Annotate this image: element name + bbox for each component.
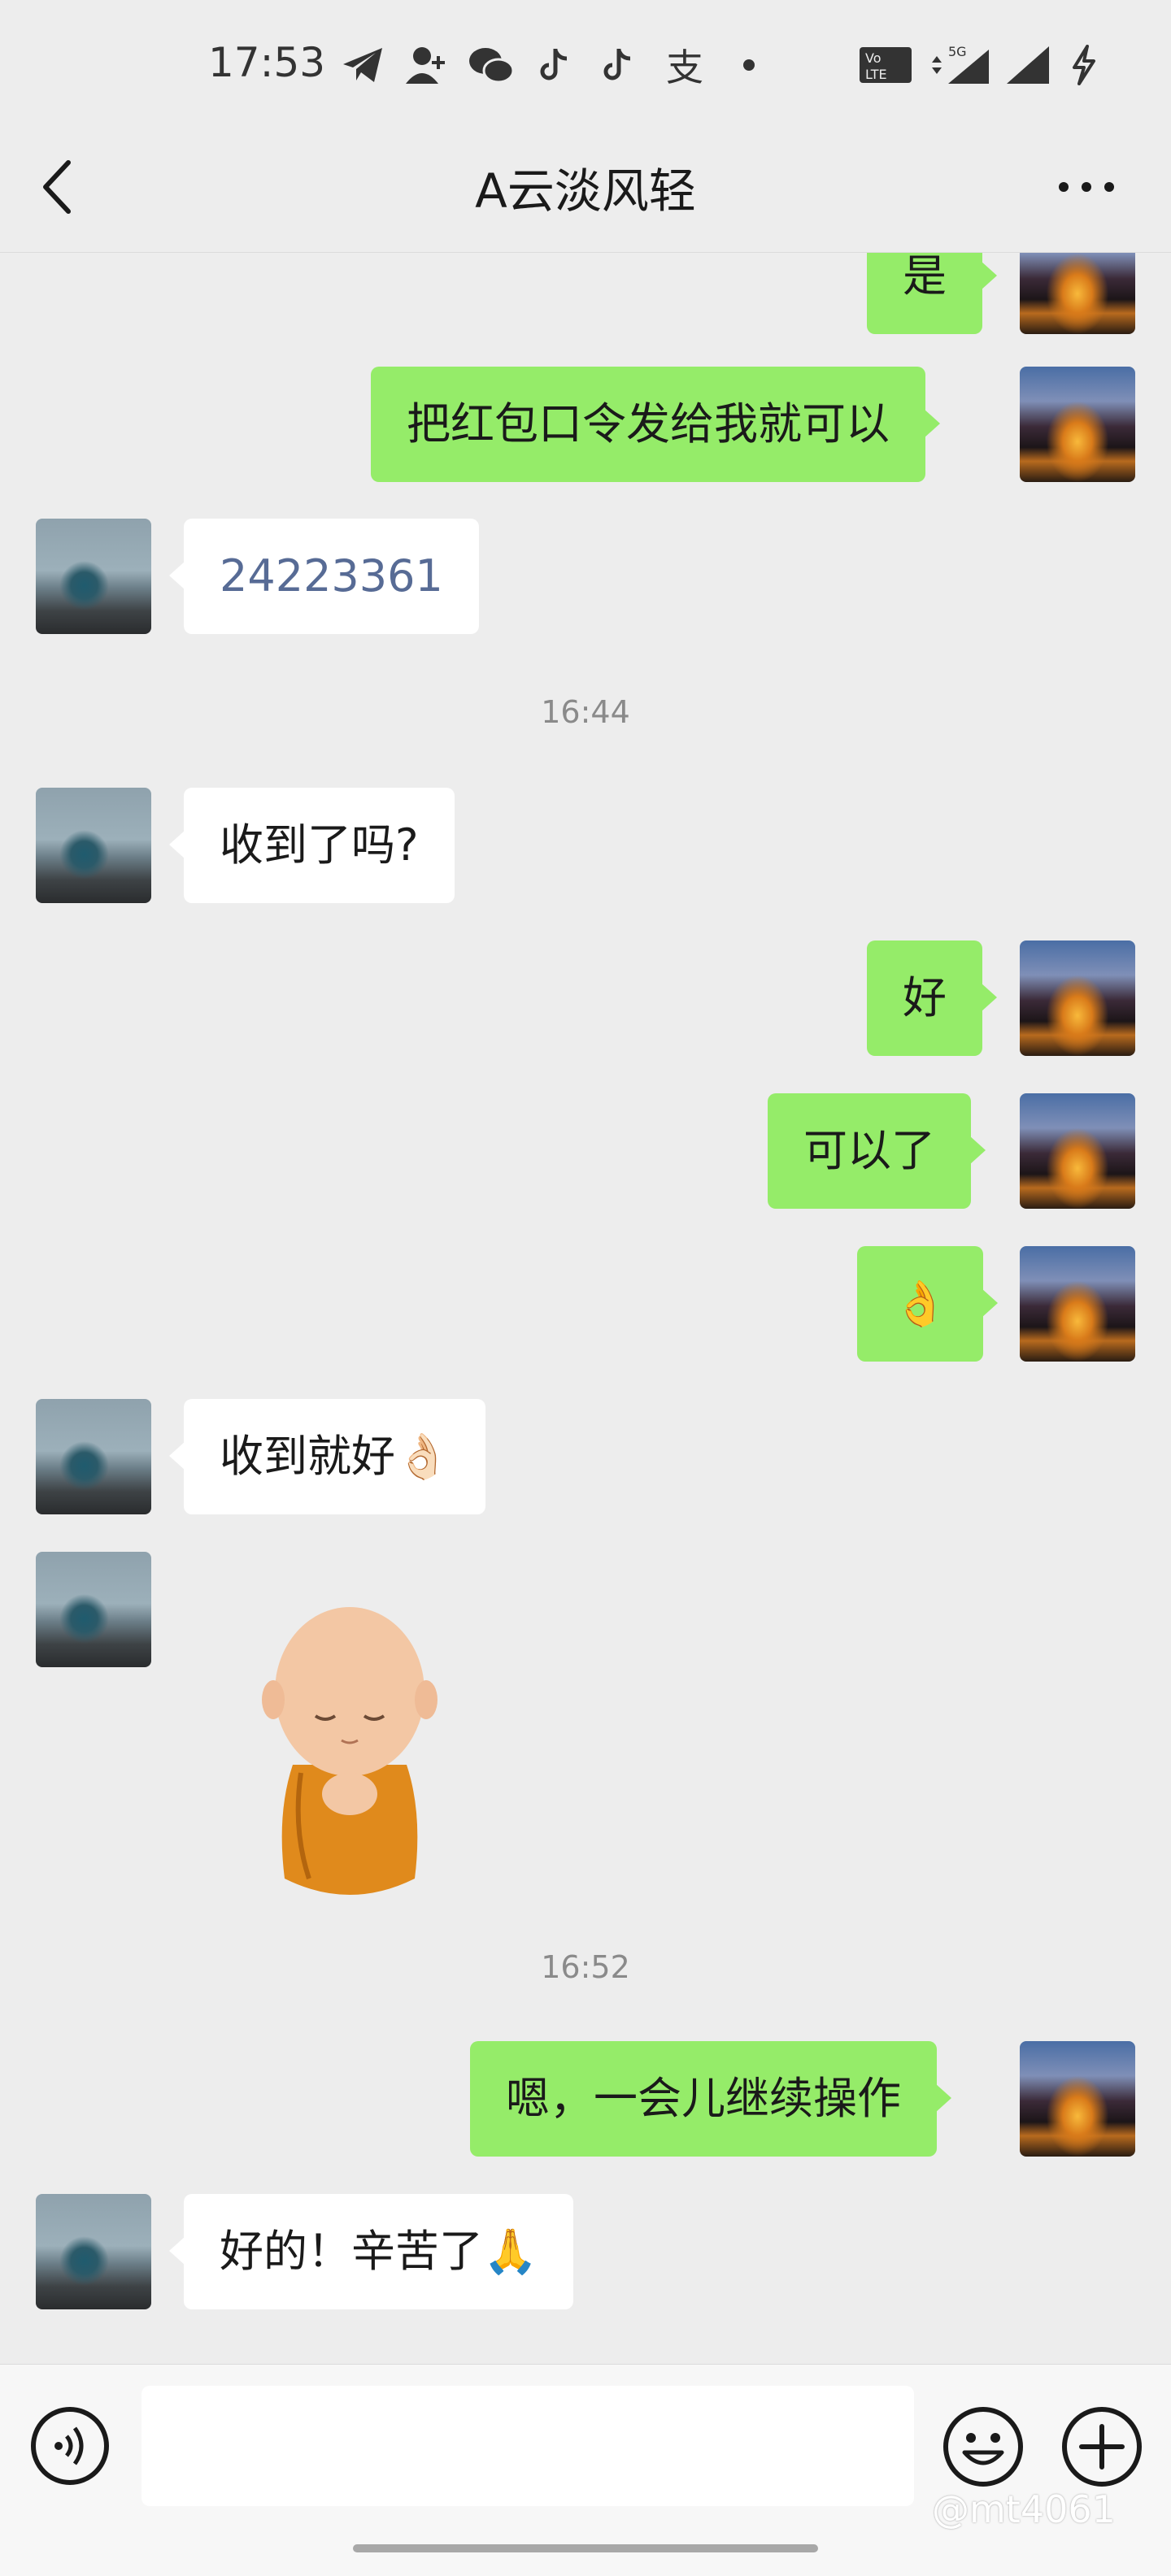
add-contact-icon — [402, 44, 451, 86]
alipay-icon: 支 — [666, 46, 703, 89]
contact-avatar[interactable] — [36, 1552, 151, 1667]
my-avatar[interactable] — [1020, 1093, 1135, 1209]
contact-avatar[interactable] — [36, 788, 151, 903]
contact-avatar[interactable] — [36, 519, 151, 634]
message-bubble[interactable]: 好 — [867, 940, 997, 1056]
tiktok-icon — [533, 44, 574, 86]
status-time: 17:53 — [208, 39, 326, 86]
message-bubble[interactable]: 是 — [867, 253, 997, 334]
my-avatar[interactable] — [1020, 940, 1135, 1056]
signal-5g-icon: 5G — [927, 44, 992, 86]
voice-button[interactable] — [29, 2405, 111, 2487]
message-bubble[interactable]: 收到了吗? — [169, 788, 455, 903]
message-bubble[interactable]: 可以了 — [768, 1093, 986, 1209]
message-input[interactable] — [141, 2386, 914, 2506]
monk-sticker[interactable] — [244, 1602, 455, 1911]
message-row: 是 — [0, 253, 1171, 341]
more-button[interactable] — [1054, 161, 1119, 213]
message-row: 可以了 — [0, 1093, 1171, 1209]
message-row: 收到了吗? — [0, 788, 1171, 903]
contact-avatar[interactable] — [36, 1399, 151, 1514]
plus-circle-icon — [1062, 2407, 1142, 2487]
message-row: 嗯，一会儿继续操作 — [0, 2041, 1171, 2157]
message-bubble[interactable]: 嗯，一会儿继续操作 — [470, 2041, 951, 2157]
telegram-icon — [338, 44, 387, 86]
my-avatar[interactable] — [1020, 367, 1135, 482]
message-bubble[interactable]: 好的！辛苦了🙏 — [168, 2194, 574, 2309]
svg-text:LTE: LTE — [865, 67, 887, 82]
status-bar: 17:53 支 Vo LTE 5G — [0, 0, 1171, 122]
contact-avatar[interactable] — [36, 2194, 151, 2309]
message-row: 24223361 — [0, 519, 1171, 634]
my-avatar[interactable] — [1020, 253, 1135, 334]
my-avatar[interactable] — [1020, 2041, 1135, 2157]
message-row: 把红包口令发给我就可以 — [0, 367, 1171, 482]
message-bubble[interactable]: 把红包口令发给我就可以 — [371, 367, 940, 482]
home-indicator[interactable] — [353, 2544, 818, 2552]
chat-title: A云淡风轻 — [475, 163, 696, 219]
tiktok-icon — [597, 44, 638, 86]
dot-icon — [737, 44, 761, 86]
message-bubble[interactable]: 24223361 — [169, 519, 479, 634]
svg-text:Vo: Vo — [865, 50, 882, 66]
message-row: 收到就好👌🏻 — [0, 1399, 1171, 1514]
message-row: 👌 — [0, 1246, 1171, 1362]
emoji-button[interactable] — [942, 2405, 1025, 2488]
smiley-icon — [943, 2407, 1023, 2487]
message-bubble[interactable]: 收到就好👌🏻 — [168, 1399, 486, 1514]
message-bubble[interactable]: 👌 — [857, 1246, 999, 1362]
message-list[interactable]: 是 把红包口令发给我就可以 24223361 16:44 收到了吗? 好 可以了… — [0, 253, 1171, 2363]
message-row — [0, 1552, 1171, 1895]
timestamp: 16:52 — [541, 1949, 630, 1985]
svg-text:5G: 5G — [948, 45, 967, 59]
charging-icon — [1065, 44, 1103, 86]
volte-icon: Vo LTE — [857, 44, 914, 86]
ellipsis-icon — [1059, 182, 1114, 192]
voice-icon — [31, 2407, 109, 2485]
signal-icon — [1005, 44, 1051, 86]
message-row: 好 — [0, 940, 1171, 1056]
wechat-icon — [467, 44, 516, 86]
chat-header: A云淡风轻 — [0, 122, 1171, 253]
watermark: @mt4061 — [932, 2487, 1116, 2531]
more-functions-button[interactable] — [1060, 2405, 1143, 2488]
timestamp: 16:44 — [541, 694, 630, 730]
my-avatar[interactable] — [1020, 1246, 1135, 1362]
message-row: 好的！辛苦了🙏 — [0, 2194, 1171, 2309]
